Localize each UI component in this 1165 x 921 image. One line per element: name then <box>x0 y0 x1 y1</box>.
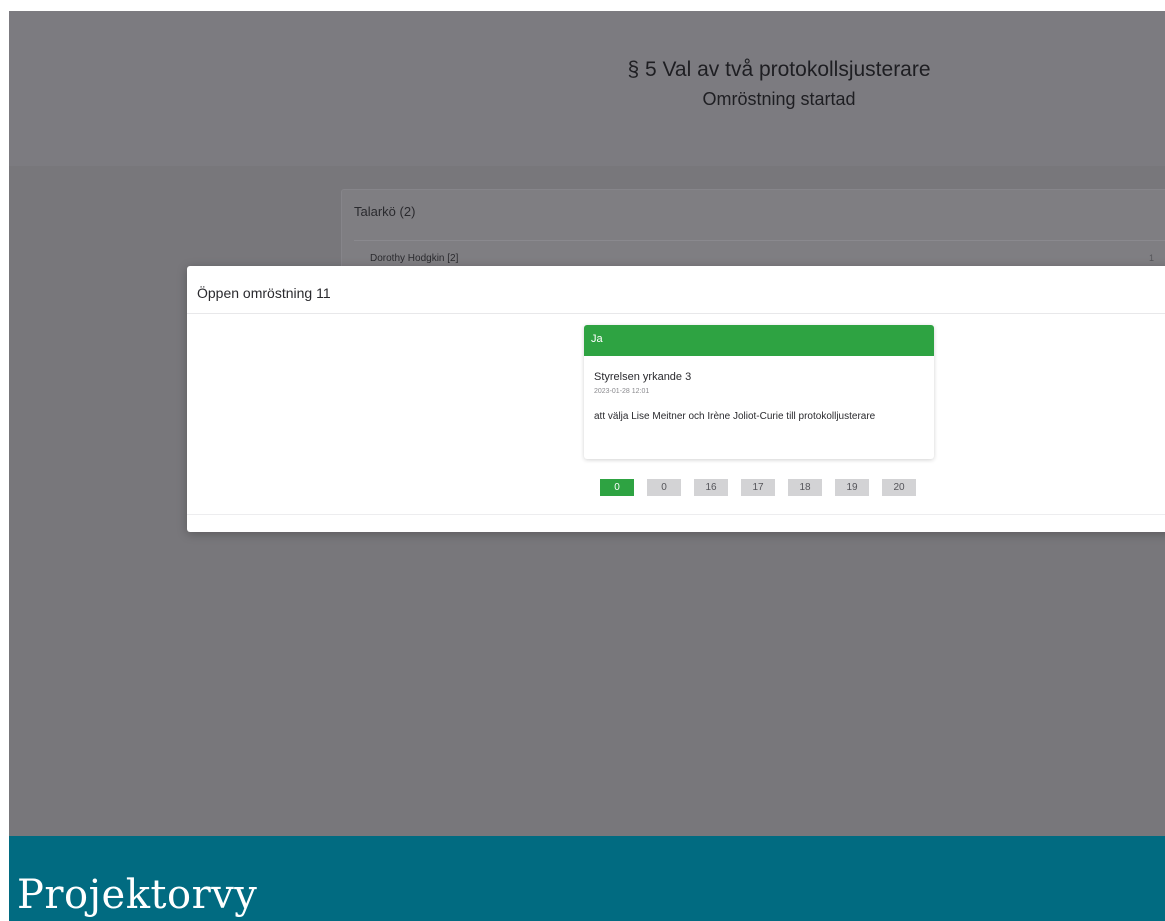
speaker-queue-item-count: 1 <box>1148 253 1154 263</box>
vote-count-box: 17 <box>741 479 775 496</box>
agenda-header: § 5 Val av två protokollsjusterare Omrös… <box>9 11 1165 166</box>
proposal-text: att välja Lise Meitner och Irène Joliot-… <box>594 411 876 422</box>
vote-option-label: Ja <box>591 333 603 345</box>
vote-count-box: 18 <box>788 479 822 496</box>
projector-stage: § 5 Val av två protokollsjusterare Omrös… <box>9 11 1165 921</box>
agenda-item-title: § 5 Val av två protokollsjusterare <box>627 58 931 81</box>
proposal-timestamp: 2023-01-28 12:01 <box>594 388 650 395</box>
agenda-item-status: Omröstning startad <box>702 89 856 109</box>
projector-view-title: Projektorvy <box>17 872 258 918</box>
vote-option-card[interactable]: Ja Styrelsen yrkande 3 2023-01-28 12:01 … <box>584 325 934 459</box>
proposal-title: Styrelsen yrkande 3 <box>594 371 692 383</box>
vote-count-box: 19 <box>835 479 869 496</box>
vote-count-box: 0 <box>600 479 634 496</box>
vote-option-header: Ja <box>584 325 934 356</box>
divider <box>187 313 1165 314</box>
vote-count-box: 20 <box>882 479 916 496</box>
speaker-queue-title: Talarkö (2) <box>354 204 416 219</box>
divider <box>354 240 1165 241</box>
open-vote-modal: Öppen omröstning 11 Ja Styrelsen yrkande… <box>187 266 1165 532</box>
projector-view-footer: Projektorvy <box>9 836 1165 921</box>
speaker-queue-item: Dorothy Hodgkin [2] <box>370 253 459 264</box>
modal-title: Öppen omröstning 11 <box>197 285 331 301</box>
vote-count-box: 16 <box>694 479 728 496</box>
vote-count-box: 0 <box>647 479 681 496</box>
divider <box>187 514 1165 515</box>
